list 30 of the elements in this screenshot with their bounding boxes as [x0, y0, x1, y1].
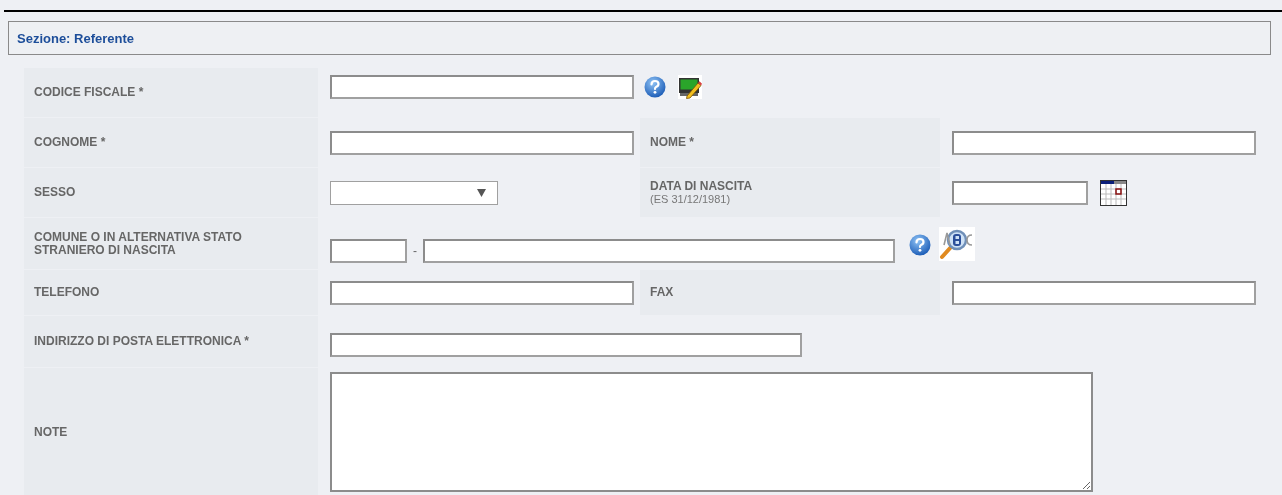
- field-label: DATA DI NASCITA: [650, 180, 754, 193]
- input-field[interactable]: [330, 239, 407, 263]
- date-field[interactable]: [952, 181, 1088, 205]
- dropdown[interactable]: [330, 181, 498, 205]
- magnifier-icon[interactable]: [939, 227, 975, 261]
- help-icon[interactable]: [909, 234, 931, 256]
- field-label: TELEFONO: [34, 286, 101, 299]
- input-field[interactable]: [952, 281, 1256, 305]
- format-hint: (ES 31/12/1981): [650, 193, 732, 205]
- separator-text: -: [413, 244, 417, 258]
- help-icon[interactable]: [644, 76, 666, 98]
- input-field[interactable]: [330, 131, 634, 155]
- field-label: COGNOME *: [34, 136, 107, 149]
- input-field[interactable]: [330, 75, 634, 99]
- field-label: CODICE FISCALE *: [34, 86, 145, 99]
- text-area[interactable]: [330, 372, 1093, 492]
- field-label: SESSO: [34, 186, 77, 199]
- field-label: FAX: [650, 286, 675, 299]
- monitor-pencil-icon[interactable]: [678, 75, 702, 99]
- calendar-icon[interactable]: [1100, 180, 1127, 206]
- input-field[interactable]: [330, 281, 634, 305]
- field-label: INDIRIZZO DI POSTA ELETTRONICA *: [34, 335, 250, 348]
- input-field[interactable]: [330, 333, 802, 357]
- field-label: COMUNE O IN ALTERNATIVA STATO STRANIERO DI NASCITA: [34, 230, 243, 257]
- input-field[interactable]: [952, 131, 1256, 155]
- field-label: NOTE: [34, 426, 69, 439]
- field-label: NOME *: [650, 136, 695, 149]
- input-field[interactable]: [423, 239, 895, 263]
- section-title: Sezione: Referente: [17, 30, 135, 46]
- caret-icon: [477, 189, 486, 197]
